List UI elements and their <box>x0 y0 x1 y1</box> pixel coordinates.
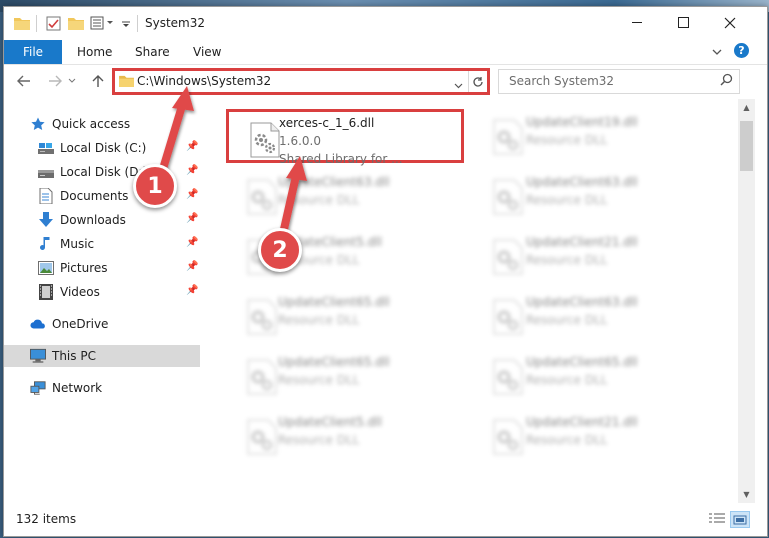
step-2-badge: 2 <box>258 228 302 272</box>
arrow-to-address-bar <box>158 86 194 176</box>
step-1-badge: 1 <box>133 164 177 208</box>
arrow-to-file-tile <box>278 156 307 242</box>
annotation-arrows <box>158 86 307 242</box>
